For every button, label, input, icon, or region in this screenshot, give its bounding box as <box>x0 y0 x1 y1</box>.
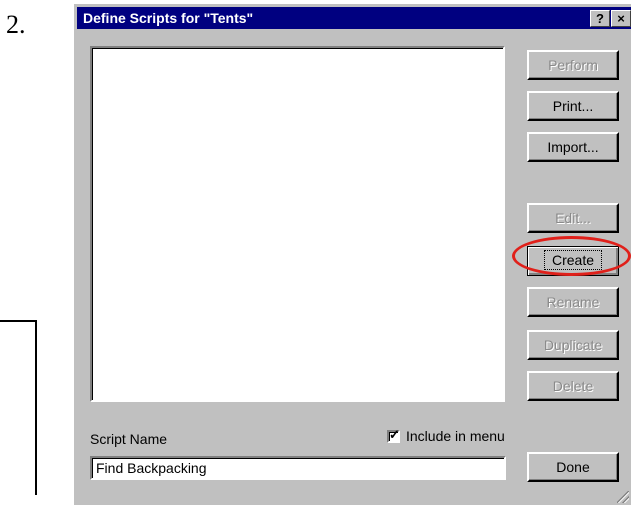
dialog-title: Define Scripts for "Tents" <box>83 10 254 26</box>
done-button[interactable]: Done <box>527 452 619 482</box>
script-name-input[interactable]: Find Backpacking <box>90 456 506 480</box>
rename-button[interactable]: Rename <box>527 287 619 317</box>
duplicate-button[interactable]: Duplicate <box>527 330 619 360</box>
import-button[interactable]: Import... <box>527 132 619 162</box>
include-in-menu-label: Include in menu <box>406 428 505 444</box>
duplicate-label: Duplicate <box>543 337 603 353</box>
include-in-menu-checkbox[interactable]: Include in menu <box>387 427 505 444</box>
define-scripts-dialog: Define Scripts for "Tents" ? × Perform P… <box>72 2 631 505</box>
resize-grip-icon[interactable] <box>617 491 629 503</box>
script-name-label: Script Name <box>90 431 168 447</box>
import-label: Import... <box>547 139 599 155</box>
rename-label: Rename <box>546 294 600 310</box>
print-button[interactable]: Print... <box>527 91 619 121</box>
checkbox-checked-icon[interactable] <box>387 427 400 443</box>
delete-label: Delete <box>552 378 594 394</box>
done-label: Done <box>556 459 590 475</box>
edit-button[interactable]: Edit... <box>527 203 619 233</box>
close-button[interactable]: × <box>611 10 631 27</box>
delete-button[interactable]: Delete <box>527 371 619 401</box>
perform-button[interactable]: Perform <box>527 50 619 80</box>
create-label: Create <box>543 250 603 270</box>
perform-label: Perform <box>548 57 598 73</box>
print-label: Print... <box>552 98 594 114</box>
edit-label: Edit... <box>555 210 591 226</box>
step-number: 2. <box>6 10 26 39</box>
callout-box <box>0 320 37 495</box>
create-button[interactable]: Create <box>527 246 619 276</box>
help-button[interactable]: ? <box>590 10 610 27</box>
script-list[interactable] <box>90 46 505 402</box>
title-bar[interactable]: Define Scripts for "Tents" ? × <box>77 7 631 29</box>
